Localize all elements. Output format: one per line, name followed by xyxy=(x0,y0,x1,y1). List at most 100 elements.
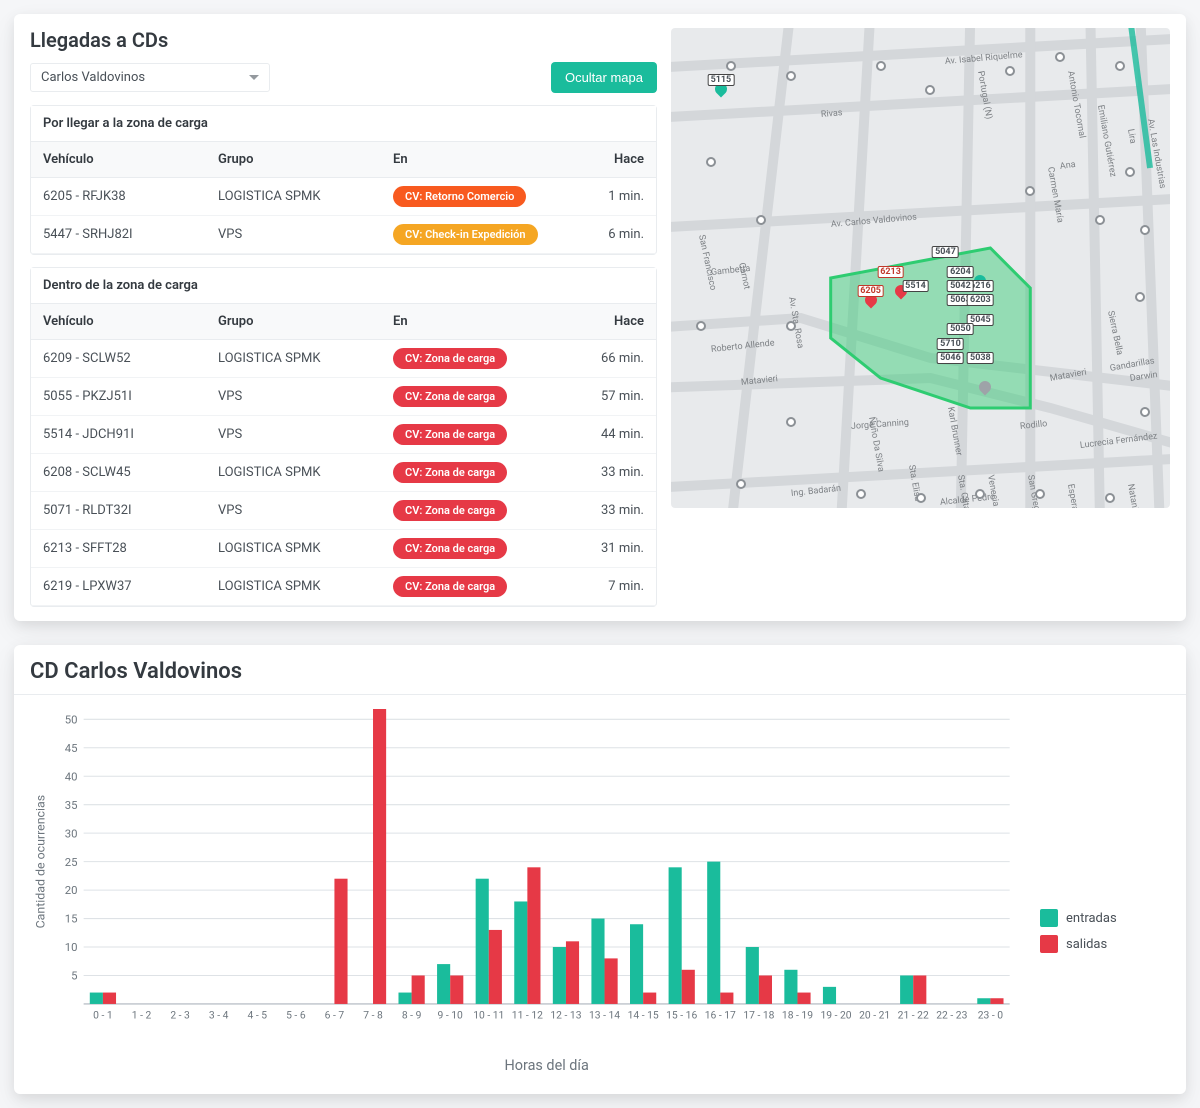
svg-text:12 - 13: 12 - 13 xyxy=(550,1008,581,1021)
vehicle-badge[interactable]: 5050 xyxy=(947,323,974,335)
vehicle-badge[interactable]: 6203 xyxy=(967,294,994,306)
svg-text:18 - 19: 18 - 19 xyxy=(782,1008,813,1021)
vehicle-badge[interactable]: 5514 xyxy=(902,280,929,292)
bar-entradas[interactable] xyxy=(553,947,566,1004)
status-chip: CV: Zona de carga xyxy=(393,576,507,597)
table-row[interactable]: 6205 - RFJK38LOGISTICA SPMKCV: Retorno C… xyxy=(31,178,656,216)
bus-stop-icon xyxy=(696,321,706,331)
bar-entradas[interactable] xyxy=(669,867,682,1004)
bar-salidas[interactable] xyxy=(566,941,579,1004)
th-vehiculo: Vehículo xyxy=(31,142,206,178)
table-row[interactable]: 5514 - JDCH91IVPSCV: Zona de carga44 min… xyxy=(31,416,656,454)
vehicle-badge[interactable]: 5046 xyxy=(937,352,964,364)
svg-text:2 - 3: 2 - 3 xyxy=(170,1008,190,1021)
bar-entradas[interactable] xyxy=(591,919,604,1004)
cell-hace: 31 min. xyxy=(569,530,657,568)
bar-salidas[interactable] xyxy=(450,975,463,1003)
bar-salidas[interactable] xyxy=(759,975,772,1003)
cell-en: CV: Zona de carga xyxy=(381,492,569,530)
svg-text:Horas del día: Horas del día xyxy=(504,1057,589,1074)
cell-vehiculo: 5514 - JDCH91I xyxy=(31,416,206,454)
map[interactable]: Av. Isabel RiquelmeRivasAv. Carlos Valdo… xyxy=(671,28,1170,508)
svg-text:13 - 14: 13 - 14 xyxy=(589,1008,620,1021)
bus-stop-icon xyxy=(1140,225,1150,235)
cell-hace: 33 min. xyxy=(569,492,657,530)
bar-entradas[interactable] xyxy=(630,924,643,1004)
table-row[interactable]: 6209 - SCLW52LOGISTICA SPMKCV: Zona de c… xyxy=(31,340,656,378)
bar-salidas[interactable] xyxy=(605,958,618,1004)
vehicle-badge[interactable]: 5710 xyxy=(937,338,964,350)
vehicle-badge[interactable]: 5047 xyxy=(932,246,959,258)
legend-entradas-label: entradas xyxy=(1066,911,1117,926)
status-chip: CV: Zona de carga xyxy=(393,386,507,407)
vehicle-badge[interactable]: 5038 xyxy=(967,352,994,364)
cd-select[interactable]: Carlos Valdovinos xyxy=(30,63,270,92)
bar-entradas[interactable] xyxy=(437,964,450,1004)
vehicle-badge[interactable]: 6205 xyxy=(857,285,884,297)
bar-entradas[interactable] xyxy=(977,998,990,1004)
bar-salidas[interactable] xyxy=(489,930,502,1004)
hide-map-button[interactable]: Ocultar mapa xyxy=(551,62,657,93)
bar-salidas[interactable] xyxy=(527,867,540,1004)
vehicle-badge[interactable]: 5042 xyxy=(947,280,974,292)
bar-salidas[interactable] xyxy=(682,970,695,1004)
bus-stop-icon xyxy=(726,61,736,71)
svg-text:21 - 22: 21 - 22 xyxy=(898,1008,929,1021)
bar-salidas[interactable] xyxy=(643,993,656,1004)
bar-salidas[interactable] xyxy=(797,993,810,1004)
vehicle-badge[interactable]: 6204 xyxy=(947,266,974,278)
vehicle-badge[interactable]: 6213 xyxy=(877,266,904,278)
bar-entradas[interactable] xyxy=(476,879,489,1004)
bus-stop-icon xyxy=(756,215,766,225)
card-title: Llegadas a CDs xyxy=(30,28,657,52)
svg-text:15 - 16: 15 - 16 xyxy=(666,1008,697,1021)
bus-stop-icon xyxy=(786,71,796,81)
bar-entradas[interactable] xyxy=(746,947,759,1004)
th-hace: Hace xyxy=(569,142,657,178)
bar-salidas[interactable] xyxy=(373,709,386,1004)
table-row[interactable]: 5055 - PKZJ51IVPSCV: Zona de carga57 min… xyxy=(31,378,656,416)
cell-grupo: VPS xyxy=(206,492,381,530)
chart-title: CD Carlos Valdovinos xyxy=(30,659,1170,684)
svg-text:8 - 9: 8 - 9 xyxy=(402,1008,422,1021)
bar-entradas[interactable] xyxy=(784,970,797,1004)
cell-en: CV: Zona de carga xyxy=(381,378,569,416)
legend-salidas-label: salidas xyxy=(1066,937,1107,952)
bar-entradas[interactable] xyxy=(90,993,103,1004)
cell-hace: 1 min. xyxy=(569,178,657,216)
cell-hace: 33 min. xyxy=(569,454,657,492)
table-row[interactable]: 6208 - SCLW45LOGISTICA SPMKCV: Zona de c… xyxy=(31,454,656,492)
bar-salidas[interactable] xyxy=(720,993,733,1004)
status-chip: CV: Check-in Expedición xyxy=(393,224,538,245)
table-row[interactable]: 6213 - SFFT28LOGISTICA SPMKCV: Zona de c… xyxy=(31,530,656,568)
bar-salidas[interactable] xyxy=(913,975,926,1003)
bar-salidas[interactable] xyxy=(990,998,1003,1004)
bar-salidas[interactable] xyxy=(334,879,347,1004)
bar-entradas[interactable] xyxy=(707,862,720,1004)
bar-salidas[interactable] xyxy=(103,993,116,1004)
arriving-heading: Por llegar a la zona de carga xyxy=(31,106,656,142)
vehicle-badge[interactable]: 5115 xyxy=(708,74,735,86)
road-label: Rivas xyxy=(820,108,842,120)
bus-stop-icon xyxy=(975,489,985,499)
left-pane: Llegadas a CDs Carlos Valdovinos Ocultar… xyxy=(30,28,657,607)
bar-entradas[interactable] xyxy=(900,975,913,1003)
table-row[interactable]: 6219 - LPXW37LOGISTICA SPMKCV: Zona de c… xyxy=(31,568,656,606)
status-chip: CV: Zona de carga xyxy=(393,462,507,483)
svg-text:7 - 8: 7 - 8 xyxy=(363,1008,383,1021)
bus-stop-icon xyxy=(916,493,926,503)
cell-hace: 7 min. xyxy=(569,568,657,606)
svg-text:4 - 5: 4 - 5 xyxy=(247,1008,267,1021)
table-row[interactable]: 5447 - SRHJ82IVPSCV: Check-in Expedición… xyxy=(31,216,656,254)
bar-entradas[interactable] xyxy=(398,993,411,1004)
bar-salidas[interactable] xyxy=(412,975,425,1003)
svg-text:10 - 11: 10 - 11 xyxy=(473,1008,504,1021)
cell-en: CV: Zona de carga xyxy=(381,454,569,492)
bar-entradas[interactable] xyxy=(823,987,836,1004)
bar-chart: 51015202530354045500 - 11 - 22 - 33 - 44… xyxy=(30,709,1020,1080)
swatch-salidas xyxy=(1040,935,1058,953)
table-row[interactable]: 5071 - RLDT32IVPSCV: Zona de carga33 min… xyxy=(31,492,656,530)
svg-text:5: 5 xyxy=(71,969,77,983)
bar-entradas[interactable] xyxy=(514,901,527,1003)
bus-stop-icon xyxy=(856,489,866,499)
